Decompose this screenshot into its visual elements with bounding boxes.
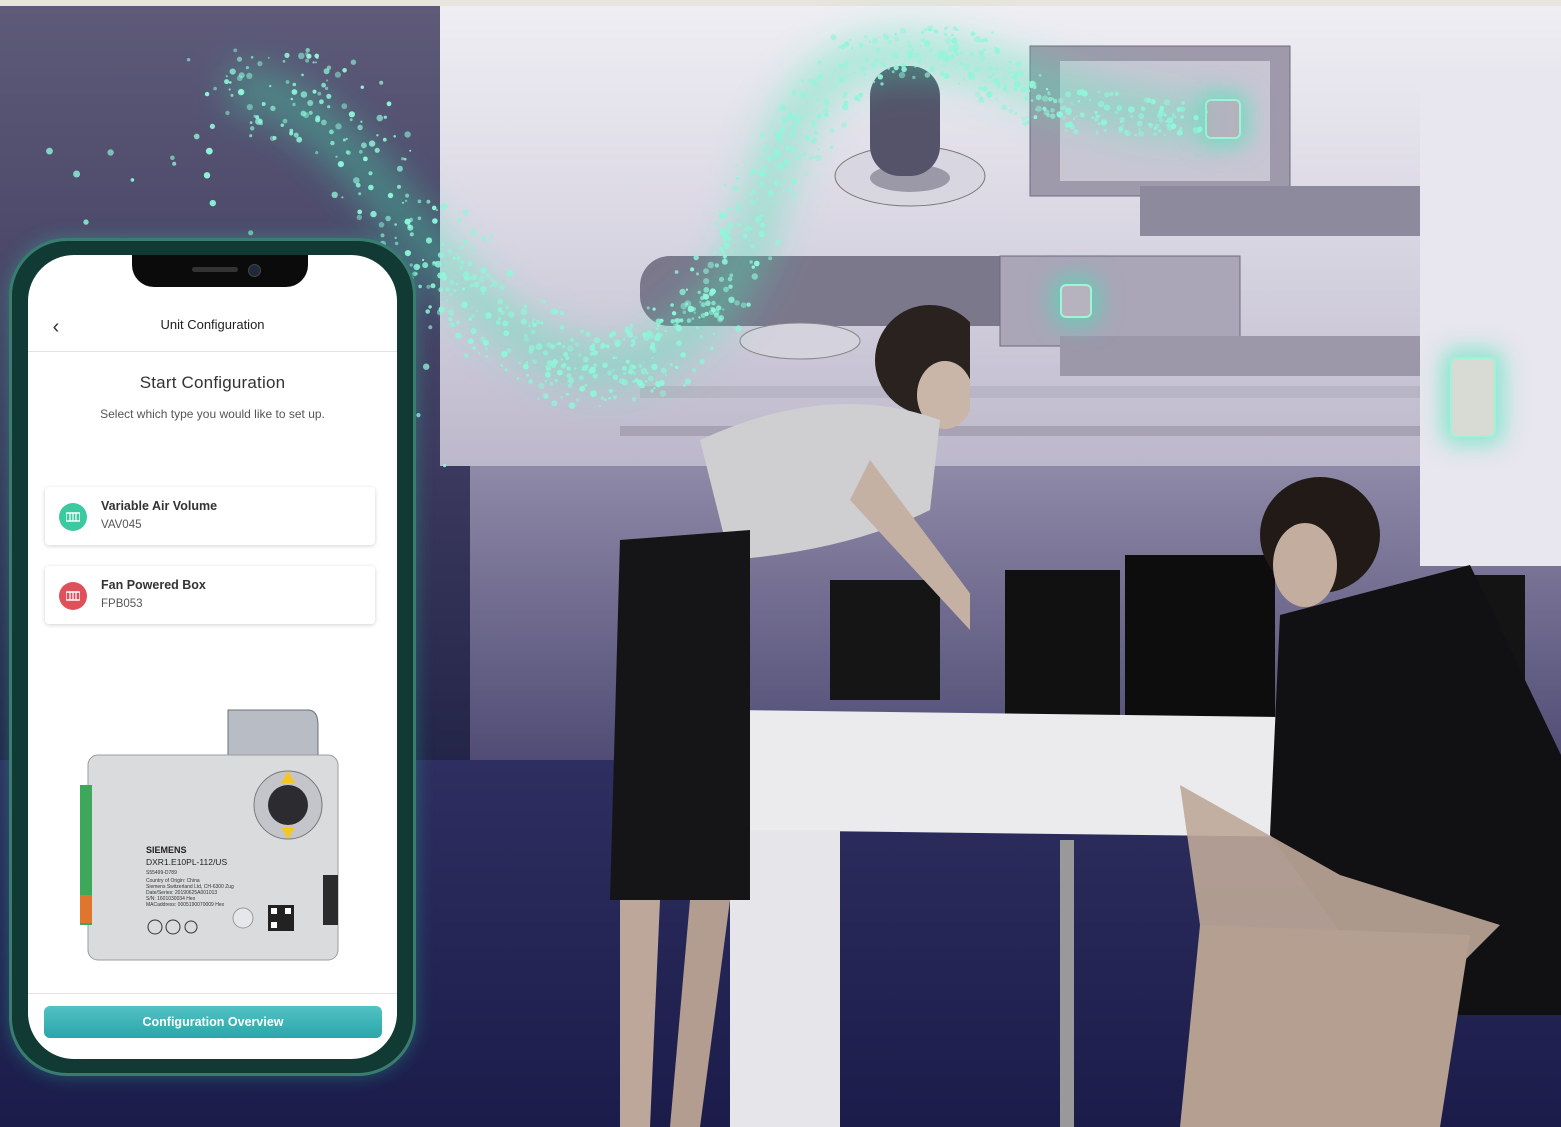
footer-divider (28, 993, 397, 994)
fan-box-icon (59, 582, 87, 610)
controller-device-image: SIEMENS DXR1.E10PL-112/US S55499-D789 Co… (78, 705, 348, 975)
seated-woman (1180, 477, 1561, 1127)
standing-woman (610, 305, 970, 1127)
actuator-device-glow (1205, 99, 1241, 139)
phone-notch (132, 255, 308, 287)
option-card-fpb[interactable]: Fan Powered Box FPB053 (45, 566, 375, 624)
thermostat-glow (1450, 357, 1496, 437)
app-header: ‹ Unit Configuration (28, 305, 397, 352)
option-code: FPB053 (101, 598, 143, 610)
screen-title: Unit Configuration (160, 317, 265, 332)
camera-icon (248, 264, 261, 277)
page-heading: Start Configuration (139, 373, 286, 392)
device-model: DXR1.E10PL-112/US (146, 857, 227, 867)
actuator-device-glow (1060, 284, 1092, 318)
vav-unit-icon (59, 503, 87, 531)
option-name: Variable Air Volume (101, 499, 218, 513)
option-name: Fan Powered Box (101, 578, 206, 592)
device-line: MACaddress: 0005190070009 Hex (146, 902, 225, 908)
device-part: S55499-D789 (146, 870, 177, 876)
device-brand: SIEMENS (146, 845, 187, 855)
option-code: VAV045 (101, 519, 142, 531)
background-photo: ‹ Unit Configuration Start Configuration… (0, 0, 1561, 1127)
page-subheading: Select which type you would like to set … (100, 407, 325, 421)
speaker-grille (192, 267, 238, 272)
app-screen: ‹ Unit Configuration Start Configuration… (28, 255, 397, 1059)
configuration-overview-button[interactable]: Configuration Overview (44, 1006, 382, 1038)
option-card-vav[interactable]: Variable Air Volume VAV045 (45, 487, 375, 545)
smartphone: ‹ Unit Configuration Start Configuration… (9, 238, 416, 1076)
